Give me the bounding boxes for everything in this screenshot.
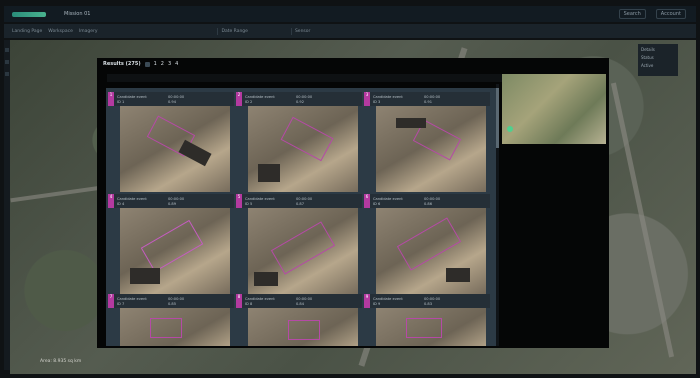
breadcrumb-item[interactable]: Imagery <box>79 29 98 34</box>
thumbnail <box>376 106 486 192</box>
app-title: Mission 01 <box>64 11 91 17</box>
card-time: 00:00:00 <box>296 94 313 99</box>
side-panel: Details Status Active <box>638 44 678 76</box>
result-card[interactable]: 6 Candidate event ID 6 00:00:00 0.86 <box>364 194 490 294</box>
date-filter[interactable]: Date Range <box>217 27 250 35</box>
side-line: Active <box>641 63 654 68</box>
rail-icon[interactable] <box>5 72 9 76</box>
breadcrumb-item[interactable]: Landing Page <box>12 29 42 34</box>
side-line: Details <box>641 47 655 52</box>
side-line: Status <box>641 55 654 60</box>
card-id: ID 1 <box>117 99 125 104</box>
card-label: Candidate event <box>117 296 147 301</box>
card-id: ID 6 <box>373 201 381 206</box>
card-score: 0.83 <box>424 301 433 306</box>
thumbnail <box>248 208 358 294</box>
sub-bar: Landing Page Workspace Imagery Date Rang… <box>4 24 696 38</box>
rail-icon[interactable] <box>5 48 9 52</box>
card-id: ID 2 <box>245 99 253 104</box>
control[interactable]: 2 <box>161 61 164 67</box>
pin-icon: 1 <box>108 92 114 106</box>
result-card[interactable]: 5 Candidate event ID 5 00:00:00 0.87 <box>236 194 362 294</box>
card-score: 0.92 <box>296 99 305 104</box>
card-id: ID 5 <box>245 201 253 206</box>
control[interactable]: 3 <box>168 61 171 67</box>
thumbnail <box>248 106 358 192</box>
card-label: Candidate event <box>245 94 275 99</box>
pin-icon: 5 <box>236 194 242 208</box>
card-score: 0.89 <box>168 201 177 206</box>
pin-icon: 7 <box>108 294 114 308</box>
breadcrumb-item[interactable]: Workspace <box>48 29 73 34</box>
thumbnail <box>120 106 230 192</box>
app-logo <box>12 11 46 17</box>
card-score: 0.85 <box>168 301 177 306</box>
pin-icon: 8 <box>236 294 242 308</box>
breadcrumb: Landing Page Workspace Imagery <box>12 29 97 34</box>
result-card[interactable]: 4 Candidate event ID 4 00:00:00 0.89 <box>108 194 234 294</box>
card-id: ID 4 <box>117 201 125 206</box>
modal-title: Results (275) <box>103 61 141 67</box>
thumbnail <box>120 208 230 294</box>
pin-icon: 2 <box>236 92 242 106</box>
pin-icon: 9 <box>364 294 370 308</box>
rail-icon[interactable] <box>5 60 9 64</box>
card-id: ID 7 <box>117 301 125 306</box>
card-time: 00:00:00 <box>168 196 185 201</box>
card-score: 0.86 <box>424 201 433 206</box>
card-label: Candidate event <box>373 94 403 99</box>
control-icon[interactable] <box>144 61 150 67</box>
card-label: Candidate event <box>245 196 275 201</box>
results-grid: 1 Candidate event ID 1 00:00:00 0.94 2 Can… <box>106 88 496 346</box>
top-bar: Mission 01 Search Account <box>4 6 696 22</box>
map-road <box>610 82 675 358</box>
location-pin-icon <box>507 126 513 132</box>
card-id: ID 8 <box>245 301 253 306</box>
search-button[interactable]: Search <box>618 9 646 19</box>
map-scale: Area: 8.935 sq km <box>40 359 82 364</box>
card-label: Candidate event <box>373 196 403 201</box>
card-label: Candidate event <box>373 296 403 301</box>
result-card[interactable]: 2 Candidate event ID 2 00:00:00 0.92 <box>236 92 362 192</box>
card-id: ID 3 <box>373 99 381 104</box>
pin-icon: 6 <box>364 194 370 208</box>
card-time: 00:00:00 <box>424 296 441 301</box>
card-score: 0.84 <box>296 301 305 306</box>
result-card[interactable]: 8 Candidate event ID 8 00:00:00 0.84 <box>236 294 362 346</box>
card-time: 00:00:00 <box>168 296 185 301</box>
card-time: 00:00:00 <box>424 196 441 201</box>
thumbnail <box>248 308 358 346</box>
card-score: 0.91 <box>424 99 433 104</box>
result-card[interactable]: 9 Candidate event ID 9 00:00:00 0.83 <box>364 294 490 346</box>
thumbnail <box>376 208 486 294</box>
card-label: Candidate event <box>117 196 147 201</box>
card-time: 00:00:00 <box>296 296 313 301</box>
control[interactable]: 4 <box>175 61 178 67</box>
card-label: Candidate event <box>245 296 275 301</box>
card-label: Candidate event <box>117 94 147 99</box>
result-card[interactable]: 7 Candidate event ID 7 00:00:00 0.85 <box>108 294 234 346</box>
app-window: Mission 01 Search Account Landing Page W… <box>0 0 700 378</box>
pin-icon: 4 <box>108 194 114 208</box>
sensor-filter[interactable]: Sensor <box>290 27 313 35</box>
card-time: 00:00:00 <box>424 94 441 99</box>
card-time: 00:00:00 <box>296 196 313 201</box>
result-card[interactable]: 1 Candidate event ID 1 00:00:00 0.94 <box>108 92 234 192</box>
thumbnail <box>376 308 486 346</box>
pin-icon: 3 <box>364 92 370 106</box>
card-id: ID 9 <box>373 301 381 306</box>
mini-map[interactable] <box>502 74 606 144</box>
modal-header: Results (275) 1 2 3 4 <box>97 58 609 70</box>
result-card[interactable]: 3 Candidate event ID 3 00:00:00 0.91 <box>364 92 490 192</box>
thumbnail <box>120 308 230 346</box>
card-time: 00:00:00 <box>168 94 185 99</box>
card-score: 0.94 <box>168 99 177 104</box>
control[interactable]: 1 <box>154 61 157 67</box>
card-score: 0.87 <box>296 201 305 206</box>
account-button[interactable]: Account <box>655 9 686 19</box>
scroll-thumb[interactable] <box>496 88 499 148</box>
